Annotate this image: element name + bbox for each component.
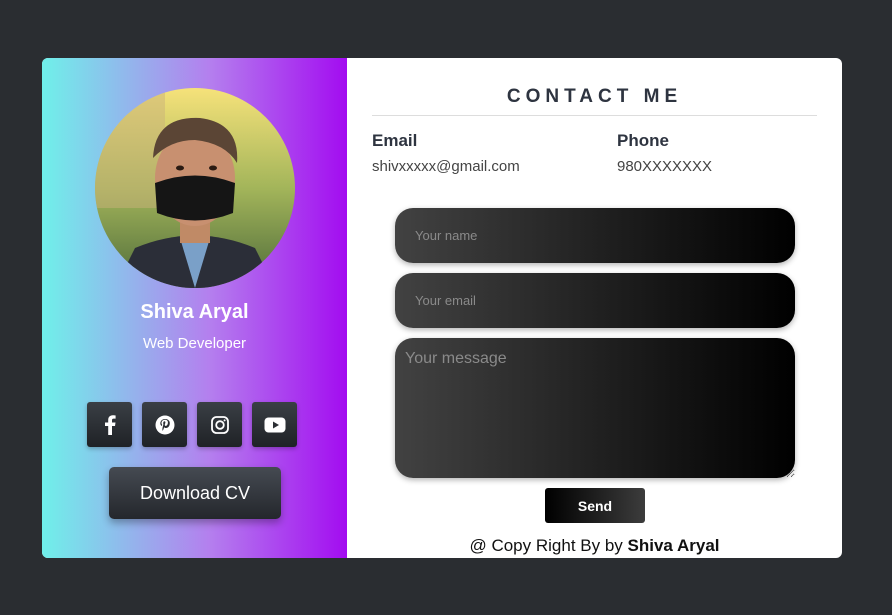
email-input[interactable] bbox=[395, 273, 795, 328]
contact-panel: CONTACT ME Email shivxxxxx@gmail.com Pho… bbox=[347, 58, 842, 558]
send-button[interactable]: Send bbox=[545, 488, 645, 523]
email-label: Email bbox=[372, 131, 418, 150]
phone-label: Phone bbox=[617, 131, 669, 150]
profile-name: Shiva Aryal bbox=[140, 301, 249, 323]
facebook-button[interactable] bbox=[87, 402, 132, 447]
title-divider bbox=[372, 115, 817, 116]
contact-title: CONTACT ME bbox=[506, 86, 683, 107]
pinterest-icon bbox=[155, 415, 174, 434]
message-textarea[interactable] bbox=[395, 338, 795, 478]
profile-role: Web Developer bbox=[142, 335, 247, 352]
youtube-button[interactable] bbox=[252, 402, 297, 447]
instagram-icon bbox=[210, 415, 229, 434]
name-input[interactable] bbox=[395, 208, 795, 263]
copyright-name: Shiva Aryal bbox=[627, 536, 720, 555]
facebook-icon bbox=[104, 414, 116, 435]
copyright-prefix: @ Copy Right By by bbox=[469, 536, 623, 555]
contact-card: Shiva Aryal Web Developer Download CV CO… bbox=[42, 58, 842, 558]
pinterest-button[interactable] bbox=[142, 402, 187, 447]
email-info: Email shivxxxxx@gmail.com bbox=[372, 131, 520, 175]
profile-panel: Shiva Aryal Web Developer Download CV bbox=[42, 58, 347, 558]
instagram-button[interactable] bbox=[197, 402, 242, 447]
email-value: shivxxxxx@gmail.com bbox=[372, 158, 520, 175]
avatar-photo bbox=[95, 88, 295, 288]
copyright-text: @ Copy Right By by Shiva Aryal bbox=[347, 536, 842, 556]
phone-info: Phone 980XXXXXXX bbox=[617, 131, 712, 175]
phone-value: 980XXXXXXX bbox=[617, 158, 713, 175]
youtube-icon bbox=[264, 417, 285, 432]
download-cv-button[interactable]: Download CV bbox=[109, 467, 281, 519]
social-links bbox=[87, 402, 297, 447]
avatar bbox=[95, 88, 295, 288]
